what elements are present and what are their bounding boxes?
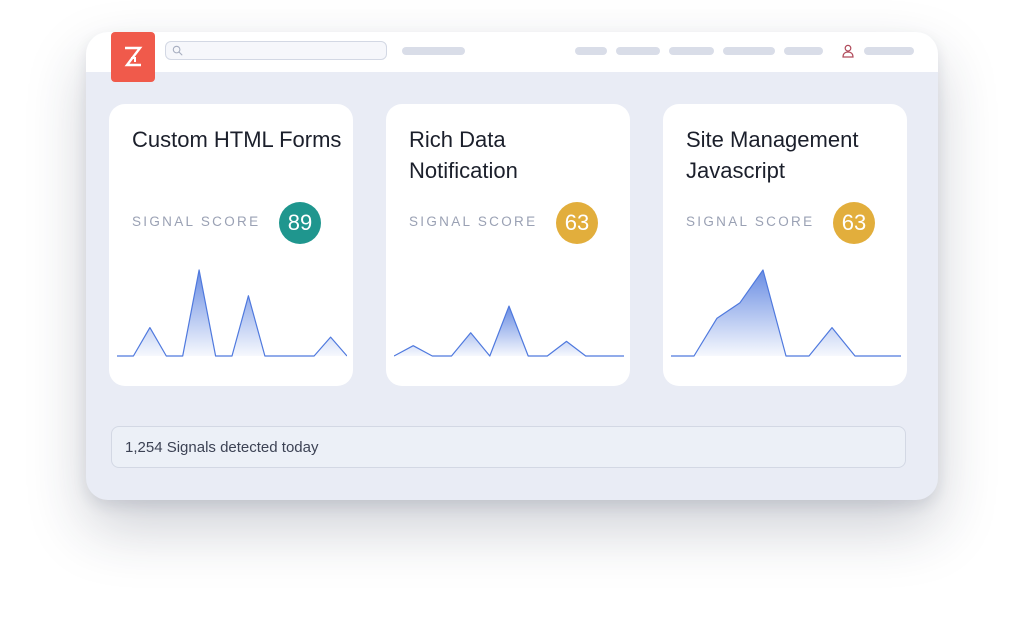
signal-card[interactable]: Custom HTML Forms SIGNAL SCORE 89 [109,104,353,386]
signal-score-label: SIGNAL SCORE [409,214,538,229]
user-icon[interactable] [840,43,856,59]
nav-placeholder-7[interactable] [864,47,914,55]
signal-sparkline [671,269,901,357]
nav-placeholder-2[interactable] [575,47,607,55]
card-title: Rich Data Notification [409,127,518,183]
signal-sparkline [394,305,624,357]
signal-score-label: SIGNAL SCORE [686,214,815,229]
signal-sparkline [117,269,347,357]
nav-placeholder-5[interactable] [723,47,775,55]
signal-score-label: SIGNAL SCORE [132,214,261,229]
signal-score-badge: 63 [556,202,598,244]
search-icon [172,45,183,56]
nav-placeholder-4[interactable] [669,47,714,55]
app-window: Custom HTML Forms SIGNAL SCORE 89 Rich D… [86,32,938,500]
sparkline-area [671,270,901,356]
nav-placeholder-6[interactable] [784,47,823,55]
signal-card[interactable]: Site Management Javascript SIGNAL SCORE … [663,104,907,386]
sparkline-area [117,270,347,356]
sparkline-area [394,306,624,356]
signal-score-badge: 89 [279,202,321,244]
zoominfo-z-logo-icon[interactable] [111,32,155,82]
nav-placeholder-3[interactable] [616,47,660,55]
signal-card[interactable]: Rich Data Notification SIGNAL SCORE 63 [386,104,630,386]
signal-score-badge: 63 [833,202,875,244]
nav-placeholder-1[interactable] [402,47,465,55]
card-title: Custom HTML Forms [132,127,342,152]
card-title: Site Management Javascript [686,127,859,183]
search-input[interactable] [165,41,387,60]
top-navigation-bar [86,32,938,72]
signals-detected-text: 1,254 Signals detected today [125,439,319,456]
signals-detected-bar: 1,254 Signals detected today [111,426,906,468]
